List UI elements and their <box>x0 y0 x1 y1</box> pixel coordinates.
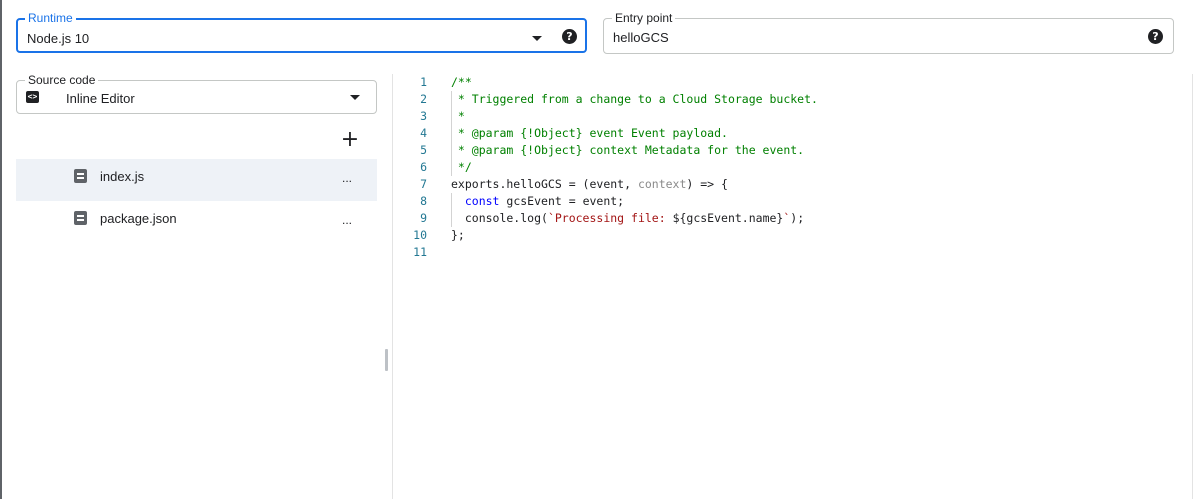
code-line[interactable]: 5 * @param {!Object} context Metadata fo… <box>393 142 1183 159</box>
code-token: gcsEvent = event; <box>499 194 625 208</box>
code-line[interactable]: 8 const gcsEvent = event; <box>393 193 1183 210</box>
code-token: console.log( <box>451 211 548 225</box>
line-number: 8 <box>420 194 427 208</box>
source-code-select[interactable]: Source code <> Inline Editor <box>16 73 377 114</box>
line-number: 5 <box>420 143 427 157</box>
line-number: 6 <box>420 160 427 174</box>
code-line[interactable]: 4 * @param {!Object} event Event payload… <box>393 125 1183 142</box>
code-token: */ <box>451 160 472 174</box>
code-token: const <box>464 194 500 208</box>
code-token: /** <box>451 75 472 89</box>
runtime-label: Runtime <box>25 11 76 25</box>
dropdown-arrow-icon[interactable] <box>532 36 542 41</box>
code-token: }; <box>451 228 465 242</box>
code-token: ) => { <box>686 177 728 191</box>
file-item-package-json[interactable]: package.json ... <box>16 201 377 243</box>
file-name: package.json <box>100 211 177 226</box>
line-number: 4 <box>420 126 427 140</box>
code-text: console.log(`Processing file: ${gcsEvent… <box>451 210 804 227</box>
code-line[interactable]: 1 /** <box>393 74 1183 91</box>
code-line[interactable]: 9 console.log(`Processing file: ${gcsEve… <box>393 210 1183 227</box>
line-number: 3 <box>420 109 427 123</box>
line-number: 2 <box>420 92 427 106</box>
code-text: /** <box>451 74 472 91</box>
code-token: * @param {!Object} event Event payload. <box>451 126 728 140</box>
add-file-button[interactable]: + <box>340 128 360 152</box>
window-edge <box>0 0 2 499</box>
code-token: `Processing file: <box>547 211 673 225</box>
code-text: exports.helloGCS = (event, context) => { <box>451 176 728 193</box>
entry-point-input[interactable]: Entry point helloGCS ? <box>603 11 1174 54</box>
code-line[interactable]: 11 <box>393 244 1183 261</box>
entry-point-value[interactable]: helloGCS <box>613 30 669 45</box>
help-circle-icon[interactable]: ? <box>562 29 577 44</box>
line-number: 11 <box>413 245 427 259</box>
help-circle-icon[interactable]: ? <box>1148 29 1163 44</box>
code-icon: <> <box>26 91 39 103</box>
code-text: }; <box>451 227 465 244</box>
line-number: 7 <box>420 177 427 191</box>
code-text: */ <box>451 159 472 176</box>
file-icon <box>74 211 87 225</box>
dropdown-arrow-icon[interactable] <box>350 95 360 100</box>
code-token: ); <box>790 211 805 225</box>
code-text: * @param {!Object} event Event payload. <box>451 125 728 142</box>
code-text: * @param {!Object} context Metadata for … <box>451 142 804 159</box>
line-number: 9 <box>420 211 427 225</box>
runtime-select[interactable]: Runtime Node.js 10 ? <box>16 11 587 53</box>
file-item-index-js[interactable]: index.js ... <box>16 159 377 201</box>
code-token: context <box>637 177 687 191</box>
code-line[interactable]: 3 * <box>393 108 1183 125</box>
code-text: * <box>451 108 465 125</box>
code-token: * @param {!Object} context Metadata for … <box>451 143 805 157</box>
code-text: const gcsEvent = event; <box>451 193 624 210</box>
entry-point-label: Entry point <box>612 11 676 25</box>
file-icon <box>74 169 87 183</box>
code-line[interactable]: 2 * Triggered from a change to a Cloud S… <box>393 91 1183 108</box>
code-token: * <box>451 109 465 123</box>
more-options-button[interactable]: ... <box>342 213 352 227</box>
code-line[interactable]: 7 exports.helloGCS = (event, context) => … <box>393 176 1183 193</box>
source-code-value: Inline Editor <box>66 91 135 106</box>
more-options-button[interactable]: ... <box>342 171 352 185</box>
runtime-value: Node.js 10 <box>27 31 90 46</box>
code-token: ${gcsEvent.name} <box>672 211 784 225</box>
file-name: index.js <box>100 169 145 184</box>
line-number: 10 <box>413 228 427 242</box>
source-code-label: Source code <box>25 73 99 87</box>
editor-scrollbar-track[interactable] <box>1192 74 1193 499</box>
pane-resize-handle[interactable] <box>385 349 388 371</box>
code-line[interactable]: 10}; <box>393 227 1183 244</box>
code-line[interactable]: 6 */ <box>393 159 1183 176</box>
code-text: * Triggered from a change to a Cloud Sto… <box>451 91 818 108</box>
code-token: * Triggered from a change to a Cloud Sto… <box>451 92 818 106</box>
line-number: 1 <box>420 75 427 89</box>
code-token: exports.helloGCS = (event, <box>451 177 638 191</box>
